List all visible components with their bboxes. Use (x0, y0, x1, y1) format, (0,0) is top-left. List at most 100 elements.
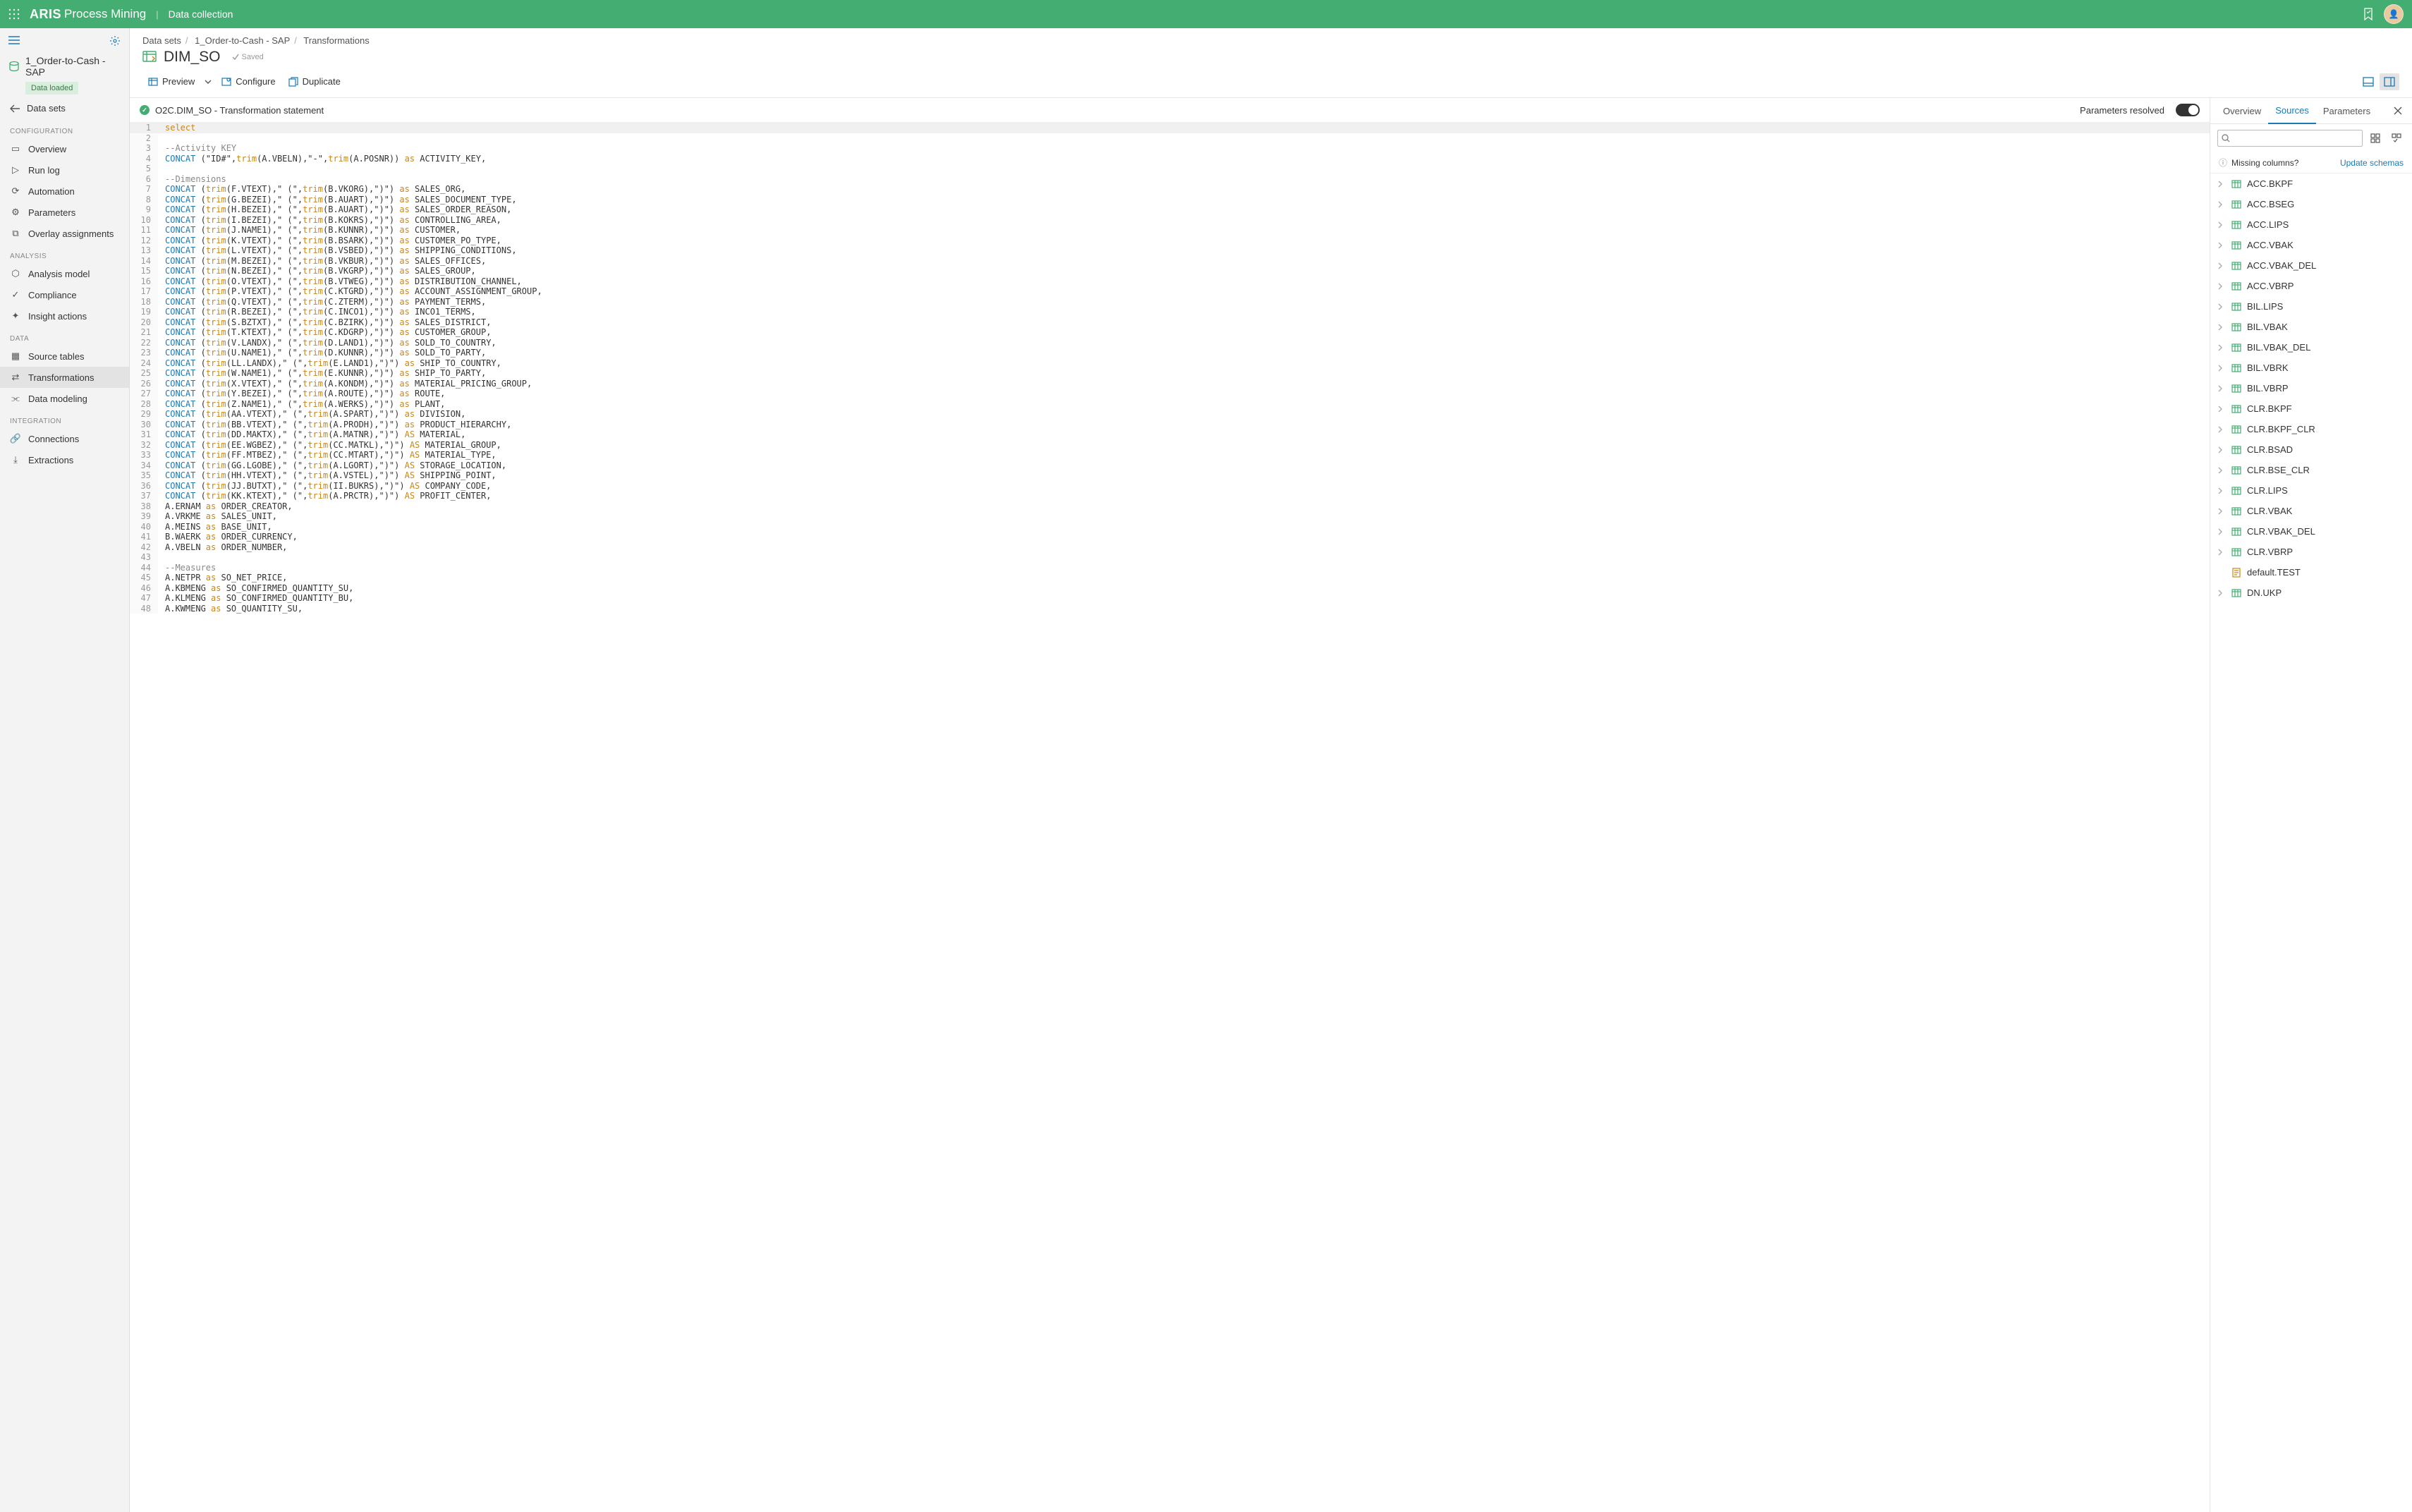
table-icon (2231, 240, 2241, 250)
transformation-icon (142, 51, 157, 63)
source-name: ACC.VBAK_DEL (2247, 260, 2316, 271)
nav-overlay[interactable]: ⧉Overlay assignments (0, 223, 129, 244)
breadcrumb-transformations[interactable]: Transformations (303, 35, 369, 46)
breadcrumb-datasets[interactable]: Data sets (142, 35, 181, 46)
configure-button[interactable]: Configure (216, 73, 281, 90)
preview-dropdown[interactable] (202, 76, 214, 87)
nav-transformations[interactable]: ⇄Transformations (0, 367, 129, 388)
close-panel-icon[interactable] (2389, 102, 2406, 119)
source-item[interactable]: CLR.VBRP (2210, 542, 2412, 562)
source-name: CLR.VBAK (2247, 506, 2292, 516)
table-icon (2231, 261, 2241, 271)
back-link-label: Data sets (27, 103, 66, 114)
source-name: CLR.LIPS (2247, 485, 2288, 496)
table-icon (2231, 588, 2241, 598)
tab-parameters[interactable]: Parameters (2316, 99, 2377, 123)
nav-runlog[interactable]: ▷Run log (0, 159, 129, 181)
table-icon (2231, 506, 2241, 516)
editor-title: O2C.DIM_SO - Transformation statement (155, 105, 324, 116)
nav-connections[interactable]: 🔗Connections (0, 428, 129, 449)
code-editor[interactable]: 1select23--Activity KEY4CONCAT ("ID#",tr… (130, 123, 2210, 1512)
source-item[interactable]: CLR.VBAK_DEL (2210, 521, 2412, 542)
source-item[interactable]: ACC.VBRP (2210, 276, 2412, 296)
tab-overview[interactable]: Overview (2216, 99, 2268, 123)
project-name: 1_Order-to-Cash - SAP (25, 55, 121, 78)
sources-search-input[interactable] (2217, 130, 2363, 147)
brand-sub: Process Mining (64, 7, 146, 21)
source-name: BIL.VBRK (2247, 362, 2289, 373)
panel-right-button[interactable] (2380, 73, 2399, 90)
update-schemas-link[interactable]: Update schemas (2340, 158, 2404, 168)
source-item[interactable]: CLR.BSAD (2210, 439, 2412, 460)
table-icon (2231, 220, 2241, 230)
hamburger-icon[interactable] (8, 35, 20, 47)
source-item[interactable]: BIL.VBRK (2210, 358, 2412, 378)
source-item[interactable]: ACC.BKPF (2210, 173, 2412, 194)
grid-view-icon[interactable] (2367, 130, 2384, 147)
source-item[interactable]: ACC.BSEG (2210, 194, 2412, 214)
user-avatar[interactable]: 👤 (2384, 4, 2404, 24)
chevron-right-icon (2217, 324, 2226, 331)
refresh-schemas-icon[interactable] (2388, 130, 2405, 147)
gear-icon[interactable] (109, 35, 121, 47)
nav-extractions[interactable]: ⤓Extractions (0, 449, 129, 470)
nav-overview[interactable]: ▭Overview (0, 138, 129, 159)
nav-source-tables[interactable]: ▦Source tables (0, 346, 129, 367)
apps-grid-icon[interactable] (8, 8, 20, 20)
source-name: ACC.VBRP (2247, 281, 2294, 291)
sources-list: ACC.BKPFACC.BSEGACC.LIPSACC.VBAK ACC.VBAK… (2210, 173, 2412, 1512)
chevron-right-icon (2217, 528, 2226, 535)
modeling-icon: ⫘ (10, 393, 21, 404)
source-item[interactable]: CLR.BKPF_CLR (2210, 419, 2412, 439)
header-context: Data collection (169, 8, 233, 20)
nav-data-modeling[interactable]: ⫘Data modeling (0, 388, 129, 409)
source-item[interactable]: BIL.VBAK (2210, 317, 2412, 337)
nav-automation[interactable]: ⟳Automation (0, 181, 129, 202)
nav-parameters[interactable]: ⚙Parameters (0, 202, 129, 223)
right-panel: Overview Sources Parameters (2210, 98, 2412, 1512)
status-ok-icon (140, 105, 150, 115)
saved-status: Saved (232, 53, 264, 61)
chevron-right-icon (2217, 487, 2226, 494)
toolbar: Preview Configure Duplicate (130, 73, 2412, 98)
back-to-datasets[interactable]: Data sets (0, 97, 129, 119)
nav-analysis-model[interactable]: ⬡Analysis model (0, 263, 129, 284)
source-name: CLR.BKPF_CLR (2247, 424, 2315, 434)
table-icon (2231, 343, 2241, 353)
script-icon (2231, 568, 2241, 578)
section-data: DATA (0, 327, 129, 346)
source-item[interactable]: ACC.VBAK_DEL (2210, 255, 2412, 276)
source-item[interactable]: CLR.BSE_CLR (2210, 460, 2412, 480)
bookmark-icon[interactable] (2363, 8, 2374, 20)
chevron-right-icon (2217, 590, 2226, 597)
source-item[interactable]: CLR.VBAK (2210, 501, 2412, 521)
source-item[interactable]: CLR.LIPS (2210, 480, 2412, 501)
section-configuration: CONFIGURATION (0, 119, 129, 138)
chevron-right-icon (2217, 467, 2226, 474)
tab-sources[interactable]: Sources (2268, 98, 2316, 124)
source-item[interactable]: BIL.VBRP (2210, 378, 2412, 398)
source-name: CLR.VBAK_DEL (2247, 526, 2315, 537)
panel-bottom-button[interactable] (2358, 73, 2378, 90)
source-item[interactable]: BIL.LIPS (2210, 296, 2412, 317)
preview-button[interactable]: Preview (142, 73, 200, 90)
table-icon (2231, 363, 2241, 373)
chevron-right-icon (2217, 365, 2226, 372)
nav-compliance[interactable]: ✓Compliance (0, 284, 129, 305)
nav-insight[interactable]: ✦Insight actions (0, 305, 129, 327)
breadcrumb-project[interactable]: 1_Order-to-Cash - SAP (195, 35, 290, 46)
source-item[interactable]: BIL.VBAK_DEL (2210, 337, 2412, 358)
duplicate-button[interactable]: Duplicate (283, 73, 346, 90)
app-header: ARIS Process Mining | Data collection 👤 (0, 0, 2412, 28)
parameters-resolved-toggle[interactable] (2176, 104, 2200, 116)
source-item[interactable]: ACC.VBAK (2210, 235, 2412, 255)
source-item[interactable]: default.TEST (2210, 562, 2412, 583)
chevron-right-icon (2217, 283, 2226, 290)
compliance-icon: ✓ (10, 289, 21, 300)
source-item[interactable]: ACC.LIPS (2210, 214, 2412, 235)
source-item[interactable]: CLR.BKPF (2210, 398, 2412, 419)
source-name: default.TEST (2247, 567, 2301, 578)
header-divider: | (156, 9, 158, 20)
chevron-right-icon (2217, 201, 2226, 208)
source-item[interactable]: DN.UKP (2210, 583, 2412, 603)
